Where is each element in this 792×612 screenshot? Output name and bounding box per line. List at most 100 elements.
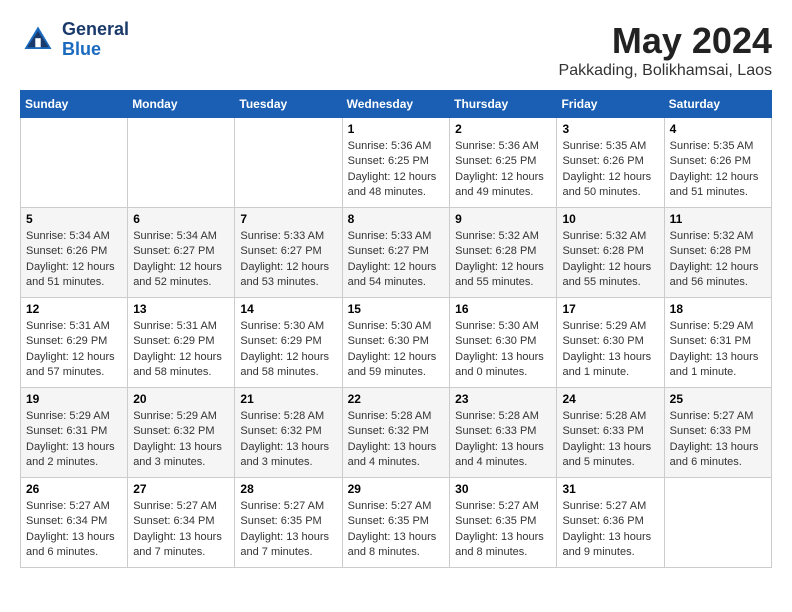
day-info: Sunrise: 5:35 AMSunset: 6:26 PMDaylight:… [670,139,766,201]
calendar-cell: 8Sunrise: 5:33 AMSunset: 6:27 PMDaylight… [342,208,450,298]
calendar-cell: 16 Sunrise: 5:30 AMSunset: 6:30 PMDayligh… [450,298,557,388]
calendar-table: SundayMondayTuesdayWednesdayThursdayFrid… [20,90,772,568]
day-number: 8 [348,212,445,226]
day-number: 29 [348,482,445,496]
day-number: 5 [26,212,122,226]
day-number: 15 [348,302,445,316]
week-row-5: 26 Sunrise: 5:27 AMSunset: 6:34 PMDayligh… [21,478,772,568]
weekday-header-wednesday: Wednesday [342,91,450,118]
day-number: 16 [455,302,551,316]
page-header: General Blue May 2024 Pakkading, Bolikha… [20,20,772,80]
day-info: Sunrise: 5:27 AMSunset: 6:35 PMDaylight:… [348,499,445,561]
calendar-cell: 4 Sunrise: 5:35 AMSunset: 6:26 PMDaylight… [664,118,771,208]
calendar-cell: 15Sunrise: 5:30 AMSunset: 6:30 PMDayligh… [342,298,450,388]
day-info: Sunrise: 5:29 AMSunset: 6:32 PMDaylight:… [133,409,229,471]
calendar-cell: 27Sunrise: 5:27 AMSunset: 6:34 PMDayligh… [128,478,235,568]
calendar-cell: 18 Sunrise: 5:29 AMSunset: 6:31 PMDayligh… [664,298,771,388]
calendar-cell [664,478,771,568]
weekday-header-monday: Monday [128,91,235,118]
calendar-cell: 26 Sunrise: 5:27 AMSunset: 6:34 PMDayligh… [21,478,128,568]
weekday-header-tuesday: Tuesday [235,91,342,118]
weekday-header-friday: Friday [557,91,664,118]
calendar-cell: 31 Sunrise: 5:27 AMSunset: 6:36 PMDayligh… [557,478,664,568]
calendar-cell: 3Sunrise: 5:35 AMSunset: 6:26 PMDaylight… [557,118,664,208]
day-info: Sunrise: 5:32 AMSunset: 6:28 PMDaylight:… [455,229,551,291]
week-row-2: 5 Sunrise: 5:34 AMSunset: 6:26 PMDaylight… [21,208,772,298]
title-block: May 2024 Pakkading, Bolikhamsai, Laos [559,20,772,80]
week-row-1: 1 Sunrise: 5:36 AMSunset: 6:25 PMDaylight… [21,118,772,208]
day-number: 21 [240,392,336,406]
day-info: Sunrise: 5:34 AMSunset: 6:26 PMDaylight:… [26,229,122,291]
day-number: 2 [455,122,551,136]
day-info: Sunrise: 5:30 AMSunset: 6:30 PMDaylight:… [455,319,551,381]
day-info: Sunrise: 5:28 AMSunset: 6:32 PMDaylight:… [240,409,336,471]
day-info: Sunrise: 5:27 AMSunset: 6:34 PMDaylight:… [133,499,229,561]
day-number: 30 [455,482,551,496]
day-info: Sunrise: 5:28 AMSunset: 6:32 PMDaylight:… [348,409,445,471]
week-row-3: 12 Sunrise: 5:31 AMSunset: 6:29 PMDayligh… [21,298,772,388]
day-info: Sunrise: 5:27 AMSunset: 6:33 PMDaylight:… [670,409,766,471]
calendar-cell: 14Sunrise: 5:30 AMSunset: 6:29 PMDayligh… [235,298,342,388]
logo-icon [20,22,56,58]
weekday-header-row: SundayMondayTuesdayWednesdayThursdayFrid… [21,91,772,118]
day-number: 17 [562,302,658,316]
calendar-cell: 21 Sunrise: 5:28 AMSunset: 6:32 PMDayligh… [235,388,342,478]
calendar-cell: 19 Sunrise: 5:29 AMSunset: 6:31 PMDayligh… [21,388,128,478]
day-info: Sunrise: 5:28 AMSunset: 6:33 PMDaylight:… [455,409,551,471]
calendar-cell: 24Sunrise: 5:28 AMSunset: 6:33 PMDayligh… [557,388,664,478]
day-info: Sunrise: 5:28 AMSunset: 6:33 PMDaylight:… [562,409,658,471]
calendar-cell [235,118,342,208]
location: Pakkading, Bolikhamsai, Laos [559,62,772,80]
day-number: 26 [26,482,122,496]
day-number: 14 [240,302,336,316]
day-number: 3 [562,122,658,136]
day-info: Sunrise: 5:31 AMSunset: 6:29 PMDaylight:… [26,319,122,381]
day-number: 4 [670,122,766,136]
day-number: 20 [133,392,229,406]
logo-line1: General [62,19,129,39]
day-info: Sunrise: 5:36 AMSunset: 6:25 PMDaylight:… [348,139,445,201]
calendar-cell: 7Sunrise: 5:33 AMSunset: 6:27 PMDaylight… [235,208,342,298]
day-number: 10 [562,212,658,226]
calendar-cell: 10Sunrise: 5:32 AMSunset: 6:28 PMDayligh… [557,208,664,298]
day-info: Sunrise: 5:29 AMSunset: 6:31 PMDaylight:… [26,409,122,471]
calendar-cell: 30 Sunrise: 5:27 AMSunset: 6:35 PMDayligh… [450,478,557,568]
day-number: 28 [240,482,336,496]
weekday-header-sunday: Sunday [21,91,128,118]
day-number: 18 [670,302,766,316]
calendar-cell: 20 Sunrise: 5:29 AMSunset: 6:32 PMDayligh… [128,388,235,478]
day-number: 12 [26,302,122,316]
calendar-cell: 9Sunrise: 5:32 AMSunset: 6:28 PMDaylight… [450,208,557,298]
day-number: 1 [348,122,445,136]
calendar-cell: 23 Sunrise: 5:28 AMSunset: 6:33 PMDayligh… [450,388,557,478]
day-info: Sunrise: 5:27 AMSunset: 6:36 PMDaylight:… [562,499,658,561]
day-info: Sunrise: 5:27 AMSunset: 6:35 PMDaylight:… [240,499,336,561]
calendar-cell: 1 Sunrise: 5:36 AMSunset: 6:25 PMDaylight… [342,118,450,208]
day-info: Sunrise: 5:36 AMSunset: 6:25 PMDaylight:… [455,139,551,201]
calendar-cell: 25 Sunrise: 5:27 AMSunset: 6:33 PMDayligh… [664,388,771,478]
calendar-cell: 13Sunrise: 5:31 AMSunset: 6:29 PMDayligh… [128,298,235,388]
calendar-cell: 28 Sunrise: 5:27 AMSunset: 6:35 PMDayligh… [235,478,342,568]
day-number: 6 [133,212,229,226]
calendar-cell: 11 Sunrise: 5:32 AMSunset: 6:28 PMDayligh… [664,208,771,298]
day-number: 22 [348,392,445,406]
day-number: 11 [670,212,766,226]
calendar-cell: 5 Sunrise: 5:34 AMSunset: 6:26 PMDaylight… [21,208,128,298]
day-info: Sunrise: 5:32 AMSunset: 6:28 PMDaylight:… [670,229,766,291]
week-row-4: 19 Sunrise: 5:29 AMSunset: 6:31 PMDayligh… [21,388,772,478]
day-number: 25 [670,392,766,406]
calendar-cell [21,118,128,208]
calendar-cell: 6Sunrise: 5:34 AMSunset: 6:27 PMDaylight… [128,208,235,298]
weekday-header-saturday: Saturday [664,91,771,118]
day-number: 19 [26,392,122,406]
day-number: 31 [562,482,658,496]
day-info: Sunrise: 5:27 AMSunset: 6:35 PMDaylight:… [455,499,551,561]
day-info: Sunrise: 5:29 AMSunset: 6:31 PMDaylight:… [670,319,766,381]
calendar-cell [128,118,235,208]
day-number: 13 [133,302,229,316]
day-number: 23 [455,392,551,406]
calendar-cell: 22 Sunrise: 5:28 AMSunset: 6:32 PMDayligh… [342,388,450,478]
day-number: 7 [240,212,336,226]
calendar-cell: 12 Sunrise: 5:31 AMSunset: 6:29 PMDayligh… [21,298,128,388]
day-info: Sunrise: 5:27 AMSunset: 6:34 PMDaylight:… [26,499,122,561]
